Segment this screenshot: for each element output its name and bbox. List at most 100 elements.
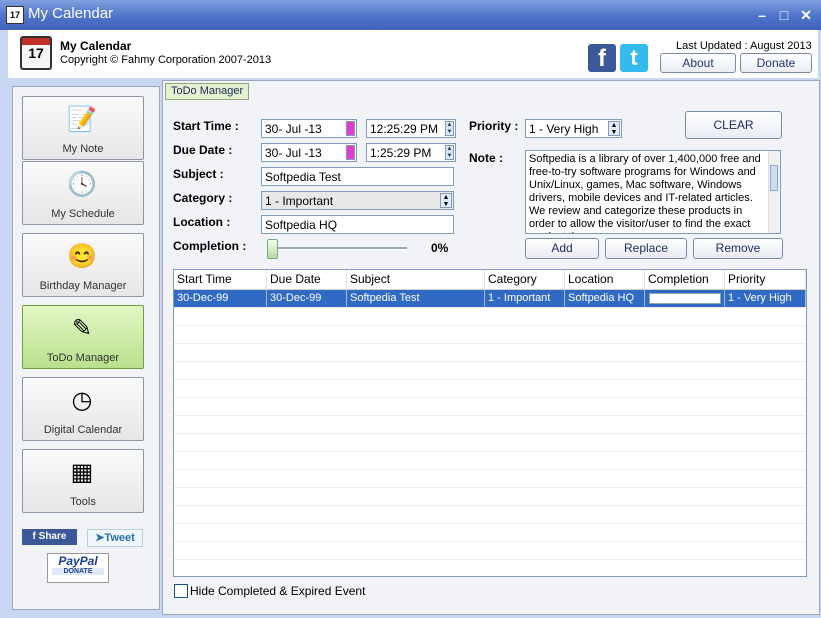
scrollbar-thumb[interactable]: [770, 165, 778, 191]
column-header-start-time[interactable]: Start Time: [174, 270, 267, 289]
table-header: Start Time Due Date Subject Category Loc…: [174, 270, 806, 290]
table-row-empty: [174, 506, 806, 524]
last-updated-text: Last Updated : August 2013: [676, 40, 812, 52]
priority-select[interactable]: 1 - Very High ▲ ▼: [525, 119, 622, 138]
completion-progress-bar: [649, 293, 721, 304]
add-button[interactable]: Add: [525, 238, 599, 259]
window-title: My Calendar: [28, 5, 114, 22]
copyright-text: Copyright © Fahmy Corporation 2007-2013: [60, 54, 272, 66]
paypal-logo: PayPal: [58, 554, 98, 568]
column-header-category[interactable]: Category: [485, 270, 565, 289]
sidebar-item-birthday-manager[interactable]: 😊 Birthday Manager: [22, 233, 144, 297]
column-header-priority[interactable]: Priority: [725, 270, 806, 289]
table-row-empty: [174, 416, 806, 434]
cell-category: 1 - Important: [485, 290, 565, 307]
cell-completion: [645, 290, 725, 307]
paypal-donate-button[interactable]: PayPal DONATE: [47, 553, 109, 583]
sidebar-item-digital-calendar[interactable]: ◷ Digital Calendar: [22, 377, 144, 441]
hide-completed-checkbox[interactable]: [174, 584, 188, 598]
start-time-picker[interactable]: 12:25:29 PM ▲ ▼: [366, 119, 456, 138]
start-time-label: Start Time :: [173, 119, 239, 133]
minimize-icon[interactable]: –: [753, 6, 771, 24]
date-spinner-icon[interactable]: [346, 121, 355, 136]
app-header: 17 My Calendar Copyright © Fahmy Corpora…: [8, 30, 818, 78]
tweet-label: Tweet: [104, 532, 135, 544]
column-header-location[interactable]: Location: [565, 270, 645, 289]
location-label: Location :: [173, 215, 231, 229]
sidebar-item-todo-manager[interactable]: ✎ ToDo Manager: [22, 305, 144, 369]
column-header-due-date[interactable]: Due Date: [267, 270, 347, 289]
remove-button[interactable]: Remove: [693, 238, 783, 259]
subject-input[interactable]: Softpedia Test: [261, 167, 454, 186]
table-row-empty: [174, 308, 806, 326]
title-bar[interactable]: 17 My Calendar – □ ✕: [0, 0, 821, 30]
start-date-picker[interactable]: 30- Jul -13: [261, 119, 357, 138]
table-row-empty: [174, 488, 806, 506]
due-time-value: 1:25:29 PM: [370, 146, 432, 160]
table-row-empty: [174, 452, 806, 470]
cell-location: Softpedia HQ: [565, 290, 645, 307]
sidebar-item-label: My Note: [62, 143, 104, 155]
completion-label: Completion :: [173, 239, 247, 253]
twitter-icon[interactable]: t: [620, 44, 648, 72]
sidebar-item-label: My Schedule: [51, 208, 115, 220]
sidebar-item-my-schedule[interactable]: 🕓 My Schedule: [22, 161, 144, 225]
sidebar-item-my-note[interactable]: 📝 My Note: [22, 96, 144, 160]
date-spinner-icon[interactable]: [346, 145, 355, 160]
note-scrollbar[interactable]: [768, 151, 780, 233]
tab-todo-manager[interactable]: ToDo Manager: [165, 83, 250, 100]
cell-priority: 1 - Very High: [725, 290, 806, 307]
due-date-picker[interactable]: 30- Jul -13: [261, 143, 357, 162]
maximize-icon[interactable]: □: [775, 6, 793, 24]
app-name: My Calendar: [60, 39, 132, 53]
todo-table[interactable]: Start Time Due Date Subject Category Loc…: [173, 269, 807, 577]
category-select[interactable]: 1 - Important ▲ ▼: [261, 191, 454, 210]
app-window: 17 My Calendar – □ ✕ 17 My Calendar Copy…: [0, 0, 821, 618]
time-spinner-icon[interactable]: ▲ ▼: [445, 145, 454, 160]
app-calendar-icon: 17: [6, 6, 24, 24]
table-row-empty: [174, 524, 806, 542]
sidebar: 📝 My Note 🕓 My Schedule 😊 Birthday Manag…: [12, 86, 160, 610]
todo-panel: ToDo Manager Start Time : 30- Jul -13 12…: [162, 80, 820, 615]
sidebar-item-tools[interactable]: ▦ Tools: [22, 449, 144, 513]
spinner-arrows-icon[interactable]: ▲ ▼: [608, 121, 620, 136]
sidebar-item-label: Tools: [70, 496, 96, 508]
cell-start-time: 30-Dec-99: [174, 290, 267, 307]
donate-button[interactable]: Donate: [740, 53, 812, 73]
subject-label: Subject :: [173, 167, 224, 181]
column-header-subject[interactable]: Subject: [347, 270, 485, 289]
table-row[interactable]: 30-Dec-99 30-Dec-99 Softpedia Test 1 - I…: [174, 290, 806, 308]
note-label: Note :: [469, 151, 503, 165]
close-icon[interactable]: ✕: [797, 6, 815, 24]
note-textarea[interactable]: Softpedia is a library of over 1,400,000…: [525, 150, 781, 234]
notepad-icon: 📝: [67, 106, 97, 133]
about-button[interactable]: About: [660, 53, 736, 73]
cell-subject: Softpedia Test: [347, 290, 485, 307]
completion-slider-track[interactable]: [269, 247, 407, 250]
table-row-empty: [174, 344, 806, 362]
due-date-value: 30- Jul -13: [265, 146, 322, 160]
start-date-value: 30- Jul -13: [265, 122, 322, 136]
completion-slider-thumb[interactable]: [267, 239, 278, 259]
due-time-picker[interactable]: 1:25:29 PM ▲ ▼: [366, 143, 456, 162]
tweet-button[interactable]: ➤Tweet: [87, 529, 143, 547]
todo-icon: ✎: [71, 315, 93, 342]
spinner-arrows-icon[interactable]: ▲ ▼: [440, 193, 452, 208]
facebook-share-button[interactable]: f Share: [22, 529, 77, 545]
clear-button[interactable]: CLEAR: [685, 111, 782, 139]
table-row-empty: [174, 326, 806, 344]
cell-due-date: 30-Dec-99: [267, 290, 347, 307]
time-spinner-icon[interactable]: ▲ ▼: [445, 121, 454, 136]
facebook-icon[interactable]: f: [588, 44, 616, 72]
sidebar-item-label: Digital Calendar: [43, 424, 123, 436]
replace-button[interactable]: Replace: [605, 238, 687, 259]
location-input[interactable]: Softpedia HQ: [261, 215, 454, 234]
app-logo-icon: 17: [20, 36, 52, 70]
column-header-completion[interactable]: Completion: [645, 270, 725, 289]
table-row-empty: [174, 542, 806, 560]
smiley-icon: 😊: [67, 243, 97, 270]
category-label: Category :: [173, 191, 233, 205]
due-date-label: Due Date :: [173, 143, 233, 157]
hide-completed-label[interactable]: Hide Completed & Expired Event: [190, 584, 365, 598]
priority-value: 1 - Very High: [529, 122, 599, 136]
